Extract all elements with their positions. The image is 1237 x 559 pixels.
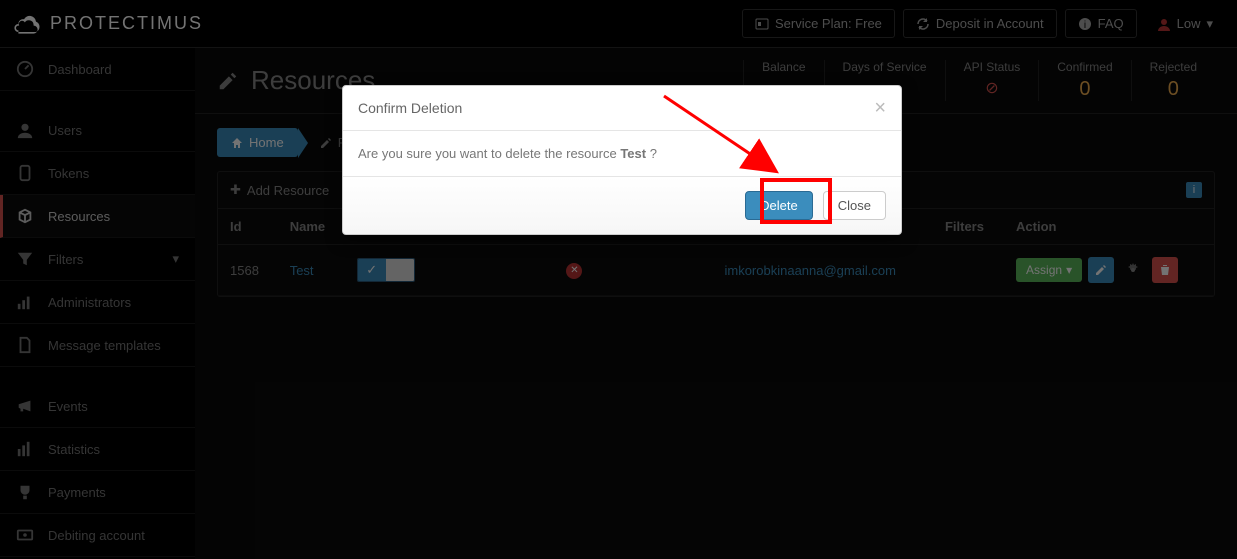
- close-icon[interactable]: ×: [874, 98, 886, 118]
- delete-confirm-button[interactable]: Delete: [745, 191, 813, 220]
- close-button[interactable]: Close: [823, 191, 886, 220]
- modal-footer: Delete Close: [343, 176, 901, 234]
- confirm-deletion-modal: Confirm Deletion × Are you sure you want…: [342, 85, 902, 235]
- modal-backdrop[interactable]: [0, 0, 1237, 559]
- modal-body: Are you sure you want to delete the reso…: [343, 131, 901, 176]
- modal-header: Confirm Deletion ×: [343, 86, 901, 131]
- modal-item-name: Test: [620, 146, 646, 161]
- modal-title: Confirm Deletion: [358, 100, 462, 116]
